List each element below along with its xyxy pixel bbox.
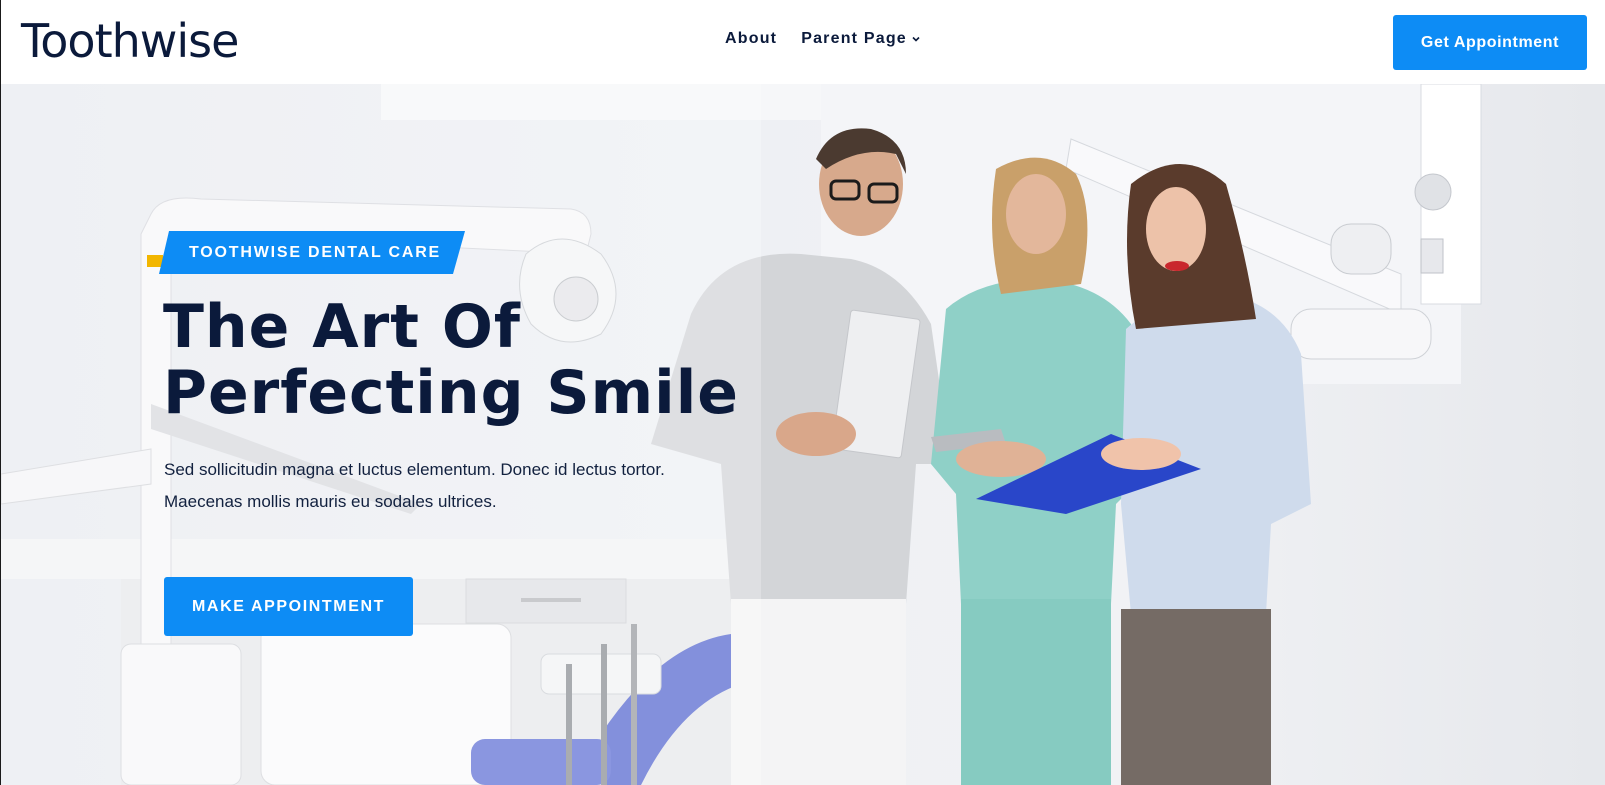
dental-team-photo [1, 84, 1482, 785]
main-nav: About Parent Page [725, 30, 921, 48]
chevron-down-icon [912, 36, 920, 42]
site-logo[interactable]: Toothwise [21, 12, 239, 70]
hero-description: Sed sollicitudin magna et luctus element… [164, 454, 744, 518]
hero-headline: The Art Of Perfecting Smile [163, 294, 739, 426]
nav-parent-page-label: Parent Page [801, 30, 907, 47]
nav-about-label: About [725, 30, 778, 47]
hero-headline-line-2: Perfecting Smile [163, 358, 739, 428]
nav-parent-page[interactable]: Parent Page [801, 30, 921, 48]
make-appointment-button[interactable]: MAKE APPOINTMENT [164, 577, 413, 636]
hero-description-line-1: Sed sollicitudin magna et luctus element… [164, 460, 665, 479]
nav-about[interactable]: About [725, 30, 777, 48]
hero-description-line-2: Maecenas mollis mauris eu sodales ultric… [164, 492, 497, 511]
page: Toothwise About Parent Page Get Appointm… [0, 0, 1605, 785]
hero-section: TOOTHWISE DENTAL CARE The Art Of Perfect… [0, 84, 1605, 785]
hero-badge: TOOTHWISE DENTAL CARE [159, 231, 465, 274]
badge-accent [147, 255, 163, 267]
hero-headline-line-1: The Art Of [163, 292, 521, 362]
get-appointment-button[interactable]: Get Appointment [1393, 15, 1587, 70]
site-header: Toothwise About Parent Page Get Appointm… [0, 0, 1605, 84]
